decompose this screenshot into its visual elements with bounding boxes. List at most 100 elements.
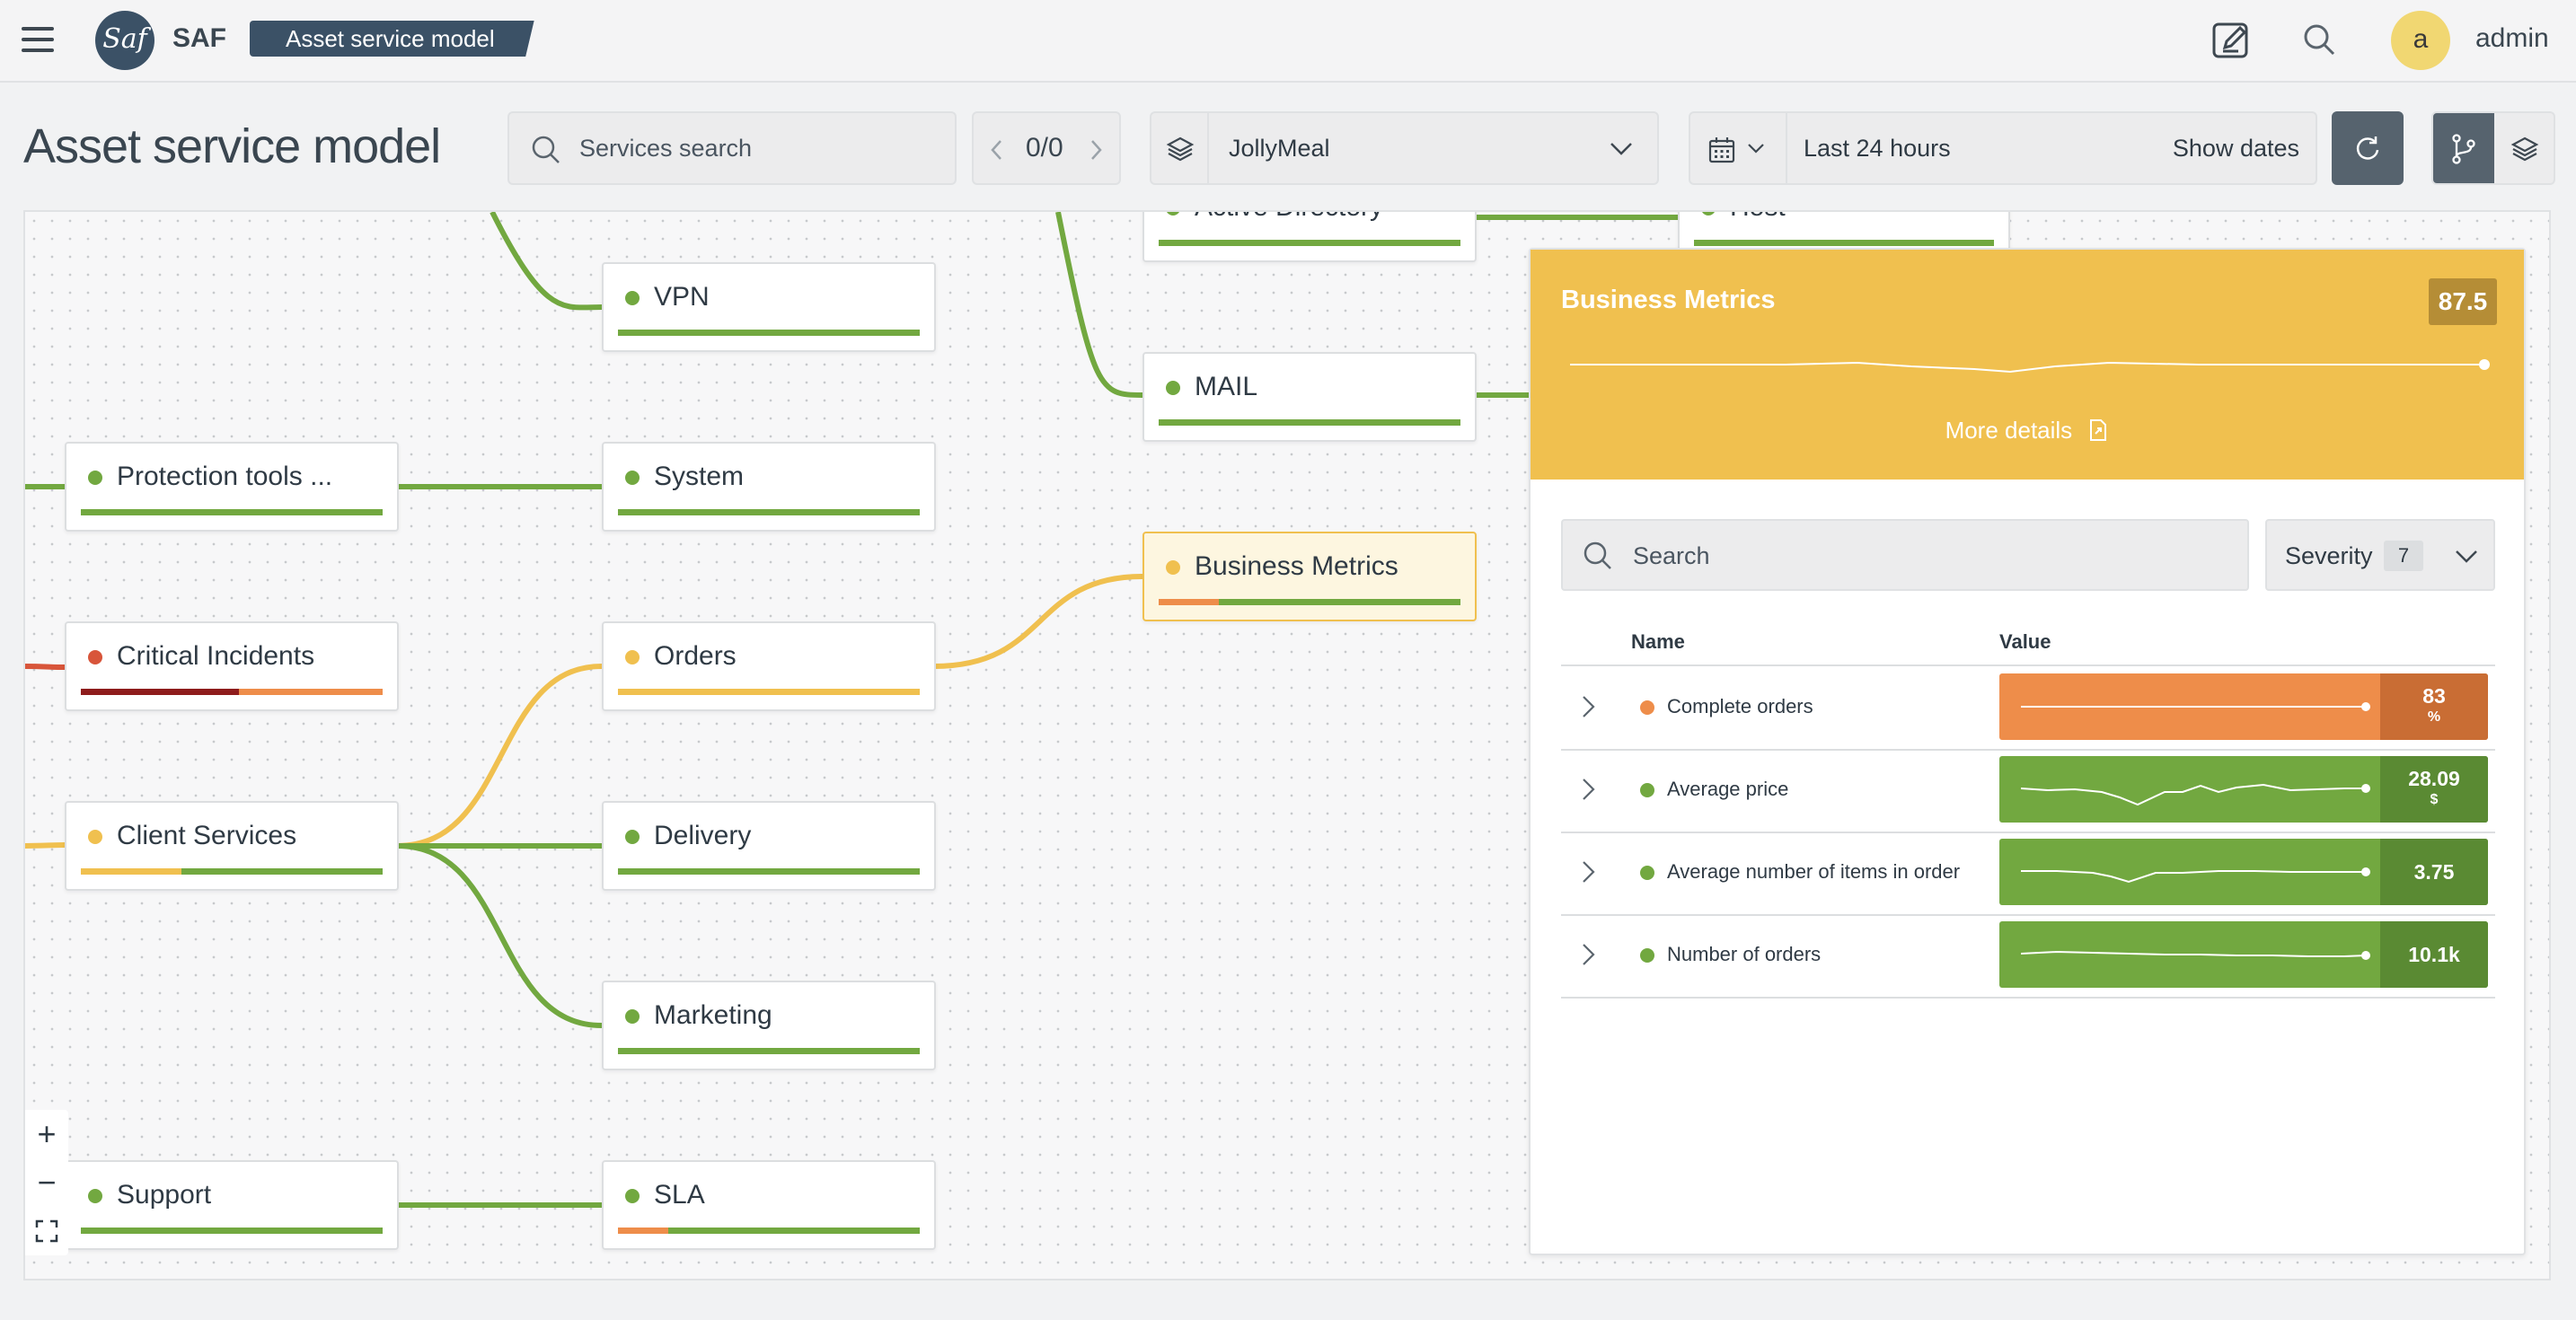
metrics-search-input[interactable]: Search [1561, 519, 2249, 591]
service-select-value: JollyMeal [1229, 135, 1330, 162]
external-link-icon [2090, 419, 2107, 441]
more-details-link[interactable]: More details [1531, 417, 2524, 444]
node-label: Delivery [654, 821, 752, 850]
status-bar [618, 330, 920, 336]
severity-filter[interactable]: Severity 7 [2265, 519, 2495, 591]
more-details-label: More details [1945, 417, 2073, 444]
node-sla[interactable]: SLA [602, 1160, 936, 1250]
status-dot [1166, 560, 1180, 575]
show-dates-button[interactable]: Show dates [2173, 135, 2299, 163]
chevron-down-icon [1610, 143, 1632, 155]
zoom-in-button[interactable]: + [25, 1110, 68, 1158]
zoom-out-button[interactable]: − [25, 1158, 68, 1207]
chevron-right-icon[interactable] [1577, 693, 1599, 720]
layers-view-button[interactable] [2494, 113, 2554, 183]
branch-icon [2452, 134, 2475, 164]
date-range-picker: Last 24 hours Show dates [1689, 111, 2317, 185]
services-search-placeholder: Services search [579, 135, 753, 162]
calendar-icon[interactable] [1707, 135, 1737, 165]
node-client-services[interactable]: Client Services [65, 801, 399, 891]
chevron-right-icon[interactable] [1087, 138, 1105, 162]
node-active-directory[interactable]: Active Directory [1142, 212, 1477, 262]
panel-header: Business Metrics 87.5 More details [1531, 250, 2524, 480]
chevron-right-icon[interactable] [1577, 941, 1599, 968]
metric-row[interactable]: Number of orders 10.1k [1561, 914, 2495, 997]
node-label: SLA [654, 1180, 705, 1210]
status-bar [81, 509, 383, 515]
status-dot [625, 291, 640, 305]
status-dot [625, 1189, 640, 1203]
node-business-metrics[interactable]: Business Metrics [1142, 532, 1477, 621]
status-bar [618, 868, 920, 875]
metric-value-cell: 28.09 $ [1999, 756, 2488, 823]
chevron-right-icon[interactable] [1577, 858, 1599, 885]
node-label: Support [117, 1180, 212, 1210]
severity-count-badge: 7 [2384, 541, 2423, 571]
layers-icon [1166, 136, 1195, 162]
node-critical-incidents[interactable]: Critical Incidents [65, 621, 399, 711]
metric-value: 83% [2380, 673, 2488, 740]
search-icon[interactable] [2299, 20, 2341, 61]
metric-row[interactable]: Average price 28.09 $ [1561, 749, 2495, 832]
view-toggle [2431, 111, 2555, 185]
search-result-pager: 0/0 [972, 111, 1121, 185]
services-search-input[interactable]: Services search [507, 111, 957, 185]
breadcrumb[interactable]: Asset service model [250, 21, 534, 57]
status-dot [1640, 700, 1654, 715]
node-orders[interactable]: Orders [602, 621, 936, 711]
node-delivery[interactable]: Delivery [602, 801, 936, 891]
time-range-value[interactable]: Last 24 hours [1804, 135, 1951, 163]
column-header-value[interactable]: Value [1999, 630, 2051, 654]
metric-name: Number of orders [1667, 943, 1822, 965]
node-mail[interactable]: MAIL [1142, 352, 1477, 442]
metric-value-cell: 10.1k [1999, 921, 2488, 988]
node-support[interactable]: Support [65, 1160, 399, 1250]
status-dot [1166, 212, 1180, 216]
node-vpn[interactable]: VPN [602, 262, 936, 352]
node-system[interactable]: System [602, 442, 936, 532]
score-badge: 87.5 [2429, 278, 2497, 325]
node-label: VPN [654, 282, 710, 312]
status-bar [618, 689, 920, 695]
node-label: MAIL [1195, 372, 1258, 401]
service-select[interactable]: JollyMeal [1150, 111, 1659, 185]
status-dot [1166, 381, 1180, 395]
app-logo[interactable]: Saf [95, 11, 154, 70]
fit-screen-button[interactable] [25, 1207, 68, 1255]
node-label: Protection tools ... [117, 462, 333, 491]
chevron-down-icon[interactable] [1746, 142, 1766, 156]
tree-view-button[interactable] [2433, 113, 2494, 183]
status-dot [1640, 866, 1654, 880]
node-marketing[interactable]: Marketing [602, 981, 936, 1070]
page-title: Asset service model [23, 119, 441, 173]
edit-icon[interactable] [2211, 20, 2253, 61]
chevron-left-icon[interactable] [988, 138, 1006, 162]
status-dot [1640, 948, 1654, 963]
metric-row[interactable]: Average number of items in order 3.75 [1561, 832, 2495, 914]
username[interactable]: admin [2475, 23, 2549, 54]
metric-row[interactable]: Complete orders 83% [1561, 666, 2495, 749]
node-protection-tools[interactable]: Protection tools ... [65, 442, 399, 532]
status-bar [1159, 599, 1460, 605]
chevron-right-icon[interactable] [1577, 776, 1599, 803]
top-bar: Saf SAF Asset service model a admin [0, 0, 2576, 83]
metric-name: Complete orders [1667, 695, 1813, 717]
menu-icon[interactable] [22, 27, 54, 54]
metric-sparkline [2021, 702, 2370, 711]
metric-name: Average number of items in order [1667, 860, 1961, 883]
avatar[interactable]: a [2391, 11, 2450, 70]
metric-value: 10.1k [2380, 921, 2488, 988]
status-bar [81, 1228, 383, 1234]
panel-title: Business Metrics [1561, 286, 1776, 314]
status-bar [1159, 419, 1460, 426]
app-name: SAF [172, 23, 226, 53]
column-header-name[interactable]: Name [1631, 630, 1685, 654]
refresh-button[interactable] [2332, 111, 2404, 185]
chevron-down-icon [2456, 550, 2477, 563]
node-label: Host [1730, 212, 1786, 223]
metric-value: 3.75 [2380, 839, 2488, 905]
status-bar [1159, 240, 1460, 246]
pager-count: 0/0 [1026, 133, 1063, 163]
status-bar [618, 1228, 920, 1234]
status-bar [81, 868, 383, 875]
